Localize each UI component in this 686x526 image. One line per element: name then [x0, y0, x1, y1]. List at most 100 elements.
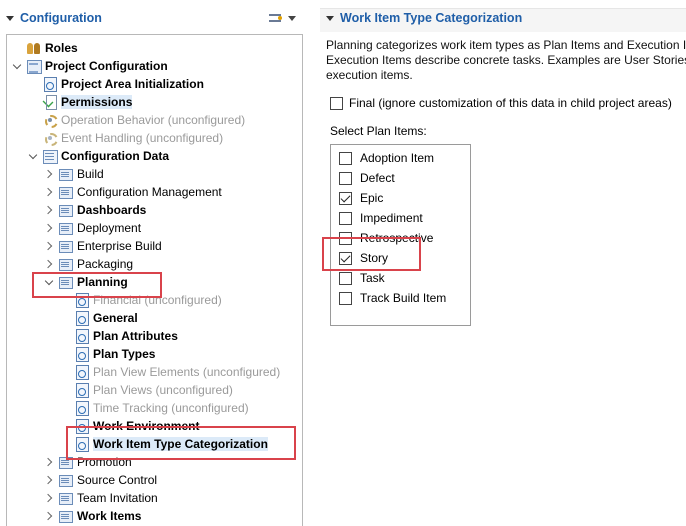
folder-icon [58, 238, 74, 254]
tree-item[interactable]: Team Invitation [43, 489, 158, 507]
tree-item-label: Roles [45, 41, 78, 55]
tree-item-label: Deployment [77, 221, 142, 235]
plan-item-label: Task [360, 271, 385, 285]
tree-item-label: Work Items [77, 509, 142, 523]
final-checkbox-label: Final (ignore customization of this data… [349, 96, 672, 110]
tree-item-label: Project Area Initialization [61, 77, 204, 91]
tree-item-label: Packaging [77, 257, 134, 271]
tree-item[interactable]: Work Items [43, 507, 141, 525]
tree-item[interactable]: Enterprise Build [43, 237, 162, 255]
tree-item-label: Configuration Management [77, 185, 222, 199]
plan-item[interactable]: Adoption Item [339, 149, 434, 167]
folder-icon [58, 472, 74, 488]
configuration-section-header[interactable]: Configuration [6, 8, 102, 28]
highlight-work-item-type-categorization [66, 426, 296, 460]
plan-item[interactable]: Defect [339, 169, 395, 187]
configuration-panel: Configuration Roles Project Configuration… [0, 0, 312, 526]
plan-item-checkbox[interactable] [339, 271, 352, 285]
plan-item-checkbox[interactable] [339, 191, 352, 205]
tree-item[interactable]: Operation Behavior (unconfigured) [27, 111, 245, 129]
tree-item[interactable]: Build [43, 165, 104, 183]
highlight-planning [32, 272, 162, 298]
page-icon [74, 400, 90, 416]
tree-item[interactable]: General [59, 309, 138, 327]
collapsed-arrow-icon[interactable] [43, 168, 55, 180]
collapsed-arrow-icon[interactable] [43, 258, 55, 270]
plan-item[interactable]: Task [339, 269, 385, 287]
tree-item[interactable]: Source Control [43, 471, 157, 489]
folder-icon [58, 184, 74, 200]
plan-item-checkbox[interactable] [339, 211, 352, 225]
tree-item[interactable]: Plan Views (unconfigured) [59, 381, 233, 399]
tree-item[interactable]: Plan Types [59, 345, 155, 363]
collapsed-arrow-icon[interactable] [43, 510, 55, 522]
tree-item-label: Team Invitation [77, 491, 158, 505]
tree-item[interactable]: Permissions [27, 93, 133, 111]
expanded-arrow-icon[interactable] [11, 60, 23, 72]
tree-item[interactable]: Packaging [43, 255, 133, 273]
tree-item[interactable]: Deployment [43, 219, 141, 237]
page-icon [74, 364, 90, 380]
plan-item-checkbox[interactable] [339, 291, 352, 305]
details-section-header[interactable]: Work Item Type Categorization [326, 8, 522, 28]
tree-item[interactable]: Roles [11, 39, 78, 57]
configuration-toolbar [268, 11, 296, 25]
tree-item[interactable]: Dashboards [43, 201, 146, 219]
final-checkbox-row[interactable]: Final (ignore customization of this data… [330, 96, 672, 110]
description-line: execution items. [326, 68, 413, 82]
folder-icon [58, 256, 74, 272]
tree-item-label: General [93, 311, 138, 325]
plan-item[interactable]: Track Build Item [339, 289, 446, 307]
tree-item[interactable]: Event Handling (unconfigured) [27, 129, 223, 147]
plan-item-label: Defect [360, 171, 395, 185]
plan-items-list[interactable]: Adoption Item Defect Epic Impediment Retrosp… [330, 144, 471, 326]
tree-item-label: Configuration Data [61, 149, 169, 163]
tree-item-label: Operation Behavior (unconfigured) [61, 113, 246, 127]
description-line: Planning categorizes work item types as … [326, 38, 686, 52]
tree-item-label: Build [77, 167, 104, 181]
details-title: Work Item Type Categorization [340, 11, 523, 25]
permissions-icon [42, 94, 58, 110]
plan-item-checkbox[interactable] [339, 171, 352, 185]
expanded-arrow-icon[interactable] [27, 150, 39, 162]
tree-item[interactable]: Configuration Management [43, 183, 222, 201]
view-menu-icon[interactable] [288, 15, 296, 21]
collapsed-arrow-icon[interactable] [43, 222, 55, 234]
collapse-icon[interactable] [326, 15, 334, 21]
tree-item[interactable]: Project Configuration [11, 57, 168, 75]
collapsed-arrow-icon[interactable] [43, 492, 55, 504]
collapsed-arrow-icon[interactable] [43, 186, 55, 198]
tree-item-label: Project Configuration [45, 59, 168, 73]
tree-item[interactable]: Time Tracking (unconfigured) [59, 399, 249, 417]
collapsed-arrow-icon[interactable] [43, 240, 55, 252]
folder-icon [58, 220, 74, 236]
collapse-icon[interactable] [6, 15, 14, 21]
description-text: Planning categorizes work item types as … [326, 38, 686, 83]
final-checkbox[interactable] [330, 96, 343, 110]
tree-item[interactable]: Project Area Initialization [27, 75, 204, 93]
tree-item-label: Enterprise Build [77, 239, 162, 253]
sync-icon[interactable] [268, 11, 282, 25]
plan-item-label: Impediment [360, 211, 423, 225]
tree-item[interactable]: Plan Attributes [59, 327, 178, 345]
tree-item[interactable]: Configuration Data [27, 147, 169, 165]
plan-item-label: Epic [360, 191, 384, 205]
collapsed-arrow-icon[interactable] [43, 204, 55, 216]
tree-item-label: Source Control [77, 473, 158, 487]
plan-item[interactable]: Epic [339, 189, 383, 207]
configuration-data-icon [42, 148, 58, 164]
tree-item[interactable]: Plan View Elements (unconfigured) [59, 363, 280, 381]
plan-item-checkbox[interactable] [339, 151, 352, 165]
collapsed-arrow-icon[interactable] [43, 456, 55, 468]
plan-item[interactable]: Impediment [339, 209, 423, 227]
configuration-title: Configuration [20, 11, 102, 25]
tree-item-label: Permissions [61, 95, 133, 109]
collapsed-arrow-icon[interactable] [43, 474, 55, 486]
